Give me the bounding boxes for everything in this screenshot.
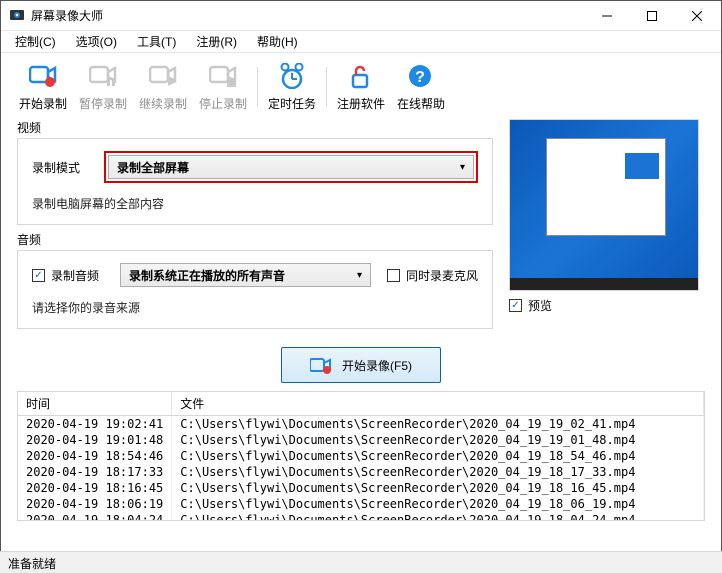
record-mic-label: 同时录麦克风 bbox=[406, 267, 478, 284]
toolbar-timer-label: 定时任务 bbox=[268, 95, 316, 112]
preview-checkbox[interactable]: ✓ 预览 bbox=[509, 297, 552, 314]
record-audio-label: 录制音频 bbox=[51, 267, 99, 284]
help-icon: ? bbox=[407, 63, 435, 91]
cell-file: C:\Users\flywi\Documents\ScreenRecorder\… bbox=[172, 480, 704, 496]
stop-icon bbox=[209, 63, 237, 91]
toolbar-stop-label: 停止录制 bbox=[199, 95, 247, 112]
toolbar-stop-button: 停止录制 bbox=[193, 61, 253, 114]
table-row[interactable]: 2020-04-19 19:02:41C:\Users\flywi\Docume… bbox=[18, 416, 704, 433]
record-mode-label: 录制模式 bbox=[32, 159, 88, 176]
cell-file: C:\Users\flywi\Documents\ScreenRecorder\… bbox=[172, 512, 704, 521]
cell-file: C:\Users\flywi\Documents\ScreenRecorder\… bbox=[172, 448, 704, 464]
record-mode-select[interactable]: 录制全部屏幕 ▾ bbox=[108, 155, 474, 179]
register-icon bbox=[347, 63, 375, 91]
video-hint: 录制电脑屏幕的全部内容 bbox=[32, 195, 478, 212]
toolbar-register-button[interactable]: 注册软件 bbox=[331, 61, 391, 114]
cell-file: C:\Users\flywi\Documents\ScreenRecorder\… bbox=[172, 416, 704, 433]
checkmark-icon: ✓ bbox=[32, 269, 45, 282]
table-row[interactable]: 2020-04-19 18:54:46C:\Users\flywi\Docume… bbox=[18, 448, 704, 464]
table-row[interactable]: 2020-04-19 19:01:48C:\Users\flywi\Docume… bbox=[18, 432, 704, 448]
menu-tools[interactable]: 工具(T) bbox=[127, 31, 186, 52]
status-bar: 准备就绪 bbox=[0, 551, 722, 573]
menu-register[interactable]: 注册(R) bbox=[186, 31, 247, 52]
toolbar-help-button[interactable]: ? 在线帮助 bbox=[391, 61, 451, 114]
col-file-header[interactable]: 文件 bbox=[172, 392, 704, 416]
app-icon bbox=[9, 8, 25, 24]
toolbar-start-button[interactable]: 开始录制 bbox=[13, 61, 73, 114]
checkmark-icon: ✓ bbox=[509, 299, 522, 312]
record-audio-checkbox[interactable]: ✓ 录制音频 bbox=[32, 267, 104, 284]
minimize-button[interactable] bbox=[584, 1, 629, 30]
table-row[interactable]: 2020-04-19 18:04:24C:\Users\flywi\Docume… bbox=[18, 512, 704, 521]
close-button[interactable] bbox=[674, 1, 719, 30]
table-row[interactable]: 2020-04-19 18:17:33C:\Users\flywi\Docume… bbox=[18, 464, 704, 480]
menu-bar: 控制(C) 选项(O) 工具(T) 注册(R) 帮助(H) bbox=[1, 31, 721, 53]
cell-time: 2020-04-19 18:16:45 bbox=[18, 480, 172, 496]
toolbar-resume-button: 继续录制 bbox=[133, 61, 193, 114]
cell-time: 2020-04-19 18:54:46 bbox=[18, 448, 172, 464]
recordings-list[interactable]: 时间 文件 2020-04-19 19:02:41C:\Users\flywi\… bbox=[17, 391, 705, 521]
menu-help[interactable]: 帮助(H) bbox=[247, 31, 308, 52]
svg-text:?: ? bbox=[415, 69, 425, 86]
camera-icon bbox=[310, 356, 332, 374]
toolbar-resume-label: 继续录制 bbox=[139, 95, 187, 112]
record-mode-value: 录制全部屏幕 bbox=[117, 159, 189, 176]
toolbar-help-label: 在线帮助 bbox=[397, 95, 445, 112]
chevron-down-icon: ▾ bbox=[460, 162, 465, 173]
toolbar-start-label: 开始录制 bbox=[19, 95, 67, 112]
cell-file: C:\Users\flywi\Documents\ScreenRecorder\… bbox=[172, 496, 704, 512]
table-row[interactable]: 2020-04-19 18:06:19C:\Users\flywi\Docume… bbox=[18, 496, 704, 512]
table-row[interactable]: 2020-04-19 18:16:45C:\Users\flywi\Docume… bbox=[18, 480, 704, 496]
audio-group: 音频 ✓ 录制音频 录制系统正在播放的所有声音 ▾ 同时录麦克风 bbox=[17, 231, 493, 329]
toolbar-pause-button: 暂停录制 bbox=[73, 61, 133, 114]
menu-control[interactable]: 控制(C) bbox=[5, 31, 66, 52]
toolbar-pause-label: 暂停录制 bbox=[79, 95, 127, 112]
window-title: 屏幕录像大师 bbox=[31, 7, 584, 24]
start-recording-label: 开始录像(F5) bbox=[342, 357, 412, 374]
timer-icon bbox=[278, 63, 306, 91]
record-mode-highlight: 录制全部屏幕 ▾ bbox=[104, 151, 478, 183]
video-group: 视频 录制模式 录制全部屏幕 ▾ 录制电脑屏幕的全部内容 bbox=[17, 119, 493, 225]
resume-icon bbox=[149, 63, 177, 91]
cell-file: C:\Users\flywi\Documents\ScreenRecorder\… bbox=[172, 464, 704, 480]
cell-time: 2020-04-19 19:01:48 bbox=[18, 432, 172, 448]
cell-time: 2020-04-19 18:04:24 bbox=[18, 512, 172, 521]
cell-time: 2020-04-19 19:02:41 bbox=[18, 416, 172, 433]
toolbar-register-label: 注册软件 bbox=[337, 95, 385, 112]
video-group-label: 视频 bbox=[17, 119, 493, 136]
audio-source-value: 录制系统正在播放的所有声音 bbox=[129, 267, 285, 284]
title-bar: 屏幕录像大师 bbox=[1, 1, 721, 31]
cell-file: C:\Users\flywi\Documents\ScreenRecorder\… bbox=[172, 432, 704, 448]
start-recording-button[interactable]: 开始录像(F5) bbox=[281, 347, 441, 383]
preview-panel bbox=[509, 119, 699, 291]
maximize-button[interactable] bbox=[629, 1, 674, 30]
start-icon bbox=[29, 63, 57, 91]
chevron-down-icon: ▾ bbox=[357, 270, 362, 281]
toolbar-timer-button[interactable]: 定时任务 bbox=[262, 61, 322, 114]
menu-options[interactable]: 选项(O) bbox=[66, 31, 127, 52]
audio-group-label: 音频 bbox=[17, 231, 493, 248]
record-mic-checkbox[interactable]: 同时录麦克风 bbox=[387, 267, 478, 284]
cell-time: 2020-04-19 18:06:19 bbox=[18, 496, 172, 512]
checkbox-empty-icon bbox=[387, 269, 400, 282]
audio-hint: 请选择你的录音来源 bbox=[32, 299, 478, 316]
audio-source-select[interactable]: 录制系统正在播放的所有声音 ▾ bbox=[120, 263, 371, 287]
preview-label: 预览 bbox=[528, 297, 552, 314]
col-time-header[interactable]: 时间 bbox=[18, 392, 172, 416]
pause-icon bbox=[89, 63, 117, 91]
toolbar: 开始录制 暂停录制 继续录制 停止录制 定时任务 注册软件 ? 在线帮助 bbox=[1, 53, 721, 115]
cell-time: 2020-04-19 18:17:33 bbox=[18, 464, 172, 480]
